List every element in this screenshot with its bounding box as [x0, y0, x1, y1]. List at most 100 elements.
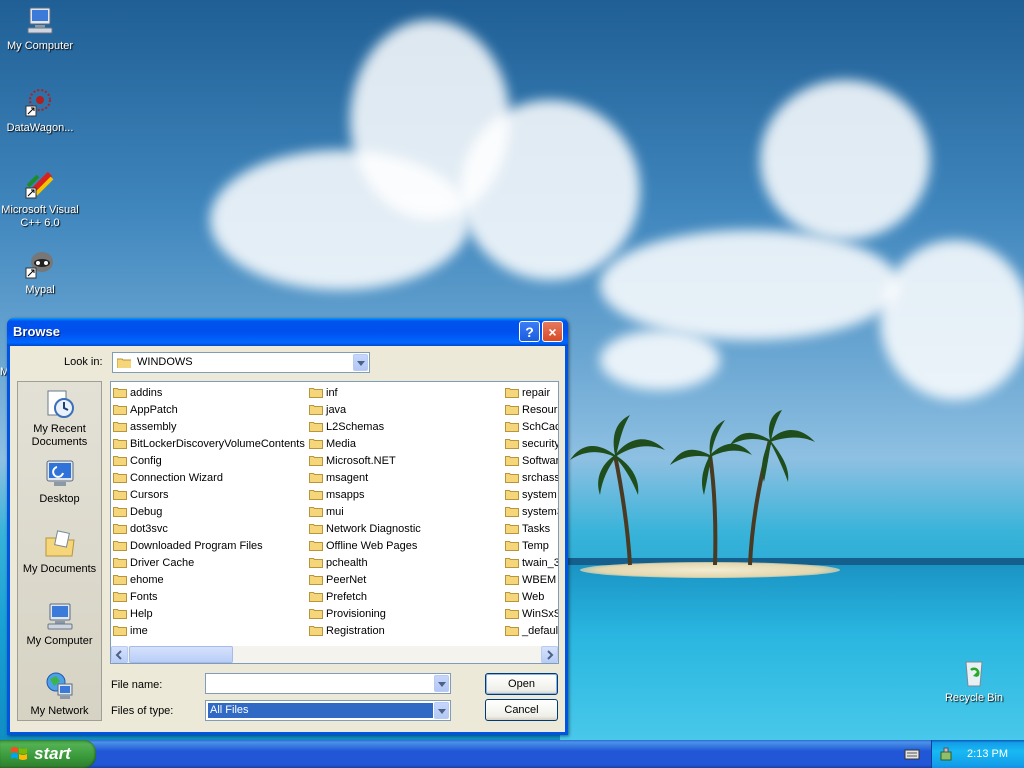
folder-item[interactable]: Help: [113, 605, 305, 622]
place-my-network[interactable]: My Network: [18, 670, 101, 718]
folder-item[interactable]: L2Schemas: [309, 418, 421, 435]
folder-item[interactable]: srchass: [505, 469, 558, 486]
file-name-input[interactable]: [205, 673, 451, 694]
folder-item[interactable]: Media: [309, 435, 421, 452]
folder-item[interactable]: Temp: [505, 537, 558, 554]
folder-item[interactable]: SchCach: [505, 418, 558, 435]
place-my-computer[interactable]: My Computer: [18, 600, 101, 648]
folder-item-label: Driver Cache: [130, 556, 195, 569]
folder-item[interactable]: Prefetch: [309, 588, 421, 605]
place-my-recent-documents[interactable]: My Recent Documents: [18, 388, 101, 449]
folder-item[interactable]: Fonts: [113, 588, 305, 605]
folder-icon: [505, 388, 519, 398]
folder-icon: [505, 558, 519, 568]
folder-item[interactable]: BitLockerDiscoveryVolumeContents: [113, 435, 305, 452]
folder-item[interactable]: system: [505, 486, 558, 503]
browse-dialog: Browse ? × Look in: WINDOWS My Recent Do…: [7, 318, 568, 735]
folder-item[interactable]: WBEM: [505, 571, 558, 588]
keyboard-icon[interactable]: [904, 747, 920, 764]
dialog-titlebar[interactable]: Browse ? ×: [7, 318, 568, 346]
place-label: My Network: [30, 705, 89, 717]
folder-item[interactable]: WinSxS: [505, 605, 558, 622]
folder-item[interactable]: Cursors: [113, 486, 305, 503]
folder-item[interactable]: Softwar: [505, 452, 558, 469]
folder-item[interactable]: msapps: [309, 486, 421, 503]
folder-item[interactable]: Microsoft.NET: [309, 452, 421, 469]
files-of-type-dropdown[interactable]: All Files: [205, 700, 451, 721]
folder-item-label: Web: [522, 590, 545, 603]
folder-item[interactable]: Registration: [309, 622, 421, 639]
dialog-client: Look in: WINDOWS My Recent Documents Des…: [10, 346, 565, 732]
scroll-right-button[interactable]: [541, 646, 558, 663]
folder-item[interactable]: twain_3: [505, 554, 558, 571]
scroll-thumb[interactable]: [129, 646, 233, 663]
cancel-button[interactable]: Cancel: [485, 699, 558, 721]
open-button[interactable]: Open: [485, 673, 558, 695]
folder-item[interactable]: inf: [309, 384, 421, 401]
folder-item[interactable]: msagent: [309, 469, 421, 486]
folder-icon: [309, 422, 323, 432]
folder-icon: [505, 507, 519, 517]
folder-icon: [113, 490, 127, 500]
desktop-icon-datawagon[interactable]: DataWagon...: [0, 86, 80, 135]
folder-item[interactable]: Downloaded Program Files: [113, 537, 305, 554]
folder-icon: [505, 439, 519, 449]
folder-icon: [113, 575, 127, 585]
desktop-icon-my-computer[interactable]: My Computer: [0, 4, 80, 53]
folder-item-label: _defaul: [522, 624, 559, 637]
file-column: repair Resourc SchCach security Softwar srcha…: [505, 384, 559, 639]
folder-item[interactable]: java: [309, 401, 421, 418]
clock[interactable]: 2:13 PM: [967, 748, 1008, 760]
folder-item[interactable]: Connection Wizard: [113, 469, 305, 486]
folder-item[interactable]: Driver Cache: [113, 554, 305, 571]
desktop-icon-visual-cpp[interactable]: Microsoft Visual C++ 6.0: [0, 168, 80, 230]
close-button[interactable]: ×: [542, 321, 563, 342]
folder-item[interactable]: Provisioning: [309, 605, 421, 622]
horizontal-scrollbar[interactable]: [111, 646, 558, 663]
folder-item[interactable]: repair: [505, 384, 558, 401]
folder-item[interactable]: PeerNet: [309, 571, 421, 588]
folder-item[interactable]: Network Diagnostic: [309, 520, 421, 537]
folder-item-label: ime: [130, 624, 148, 637]
folder-icon: [505, 456, 519, 466]
folder-item-label: addins: [130, 386, 163, 399]
folder-item-label: security: [522, 437, 559, 450]
place-desktop[interactable]: Desktop: [18, 458, 101, 506]
folder-item-label: repair: [522, 386, 551, 399]
chevron-down-icon[interactable]: [353, 354, 368, 371]
folder-item[interactable]: Offline Web Pages: [309, 537, 421, 554]
folder-item[interactable]: Config: [113, 452, 305, 469]
folder-item[interactable]: addins: [113, 384, 305, 401]
my-network-icon: [44, 670, 76, 702]
desktop-icon-mypal[interactable]: Mypal: [0, 248, 80, 297]
folder-icon: [309, 524, 323, 534]
folder-icon: [113, 473, 127, 483]
start-button[interactable]: start: [0, 740, 96, 768]
folder-item[interactable]: _defaul: [505, 622, 559, 639]
safely-remove-hardware-icon[interactable]: [938, 746, 954, 762]
chevron-right-icon: [547, 650, 554, 660]
folder-item[interactable]: dot3svc: [113, 520, 305, 537]
folder-item[interactable]: Tasks: [505, 520, 558, 537]
chevron-down-icon[interactable]: [434, 702, 449, 719]
folder-item[interactable]: ehome: [113, 571, 305, 588]
file-list[interactable]: addins AppPatch assembly BitLockerDiscovery…: [110, 381, 559, 664]
folder-item-label: msapps: [326, 488, 365, 501]
folder-item[interactable]: Resourc: [505, 401, 558, 418]
folder-item[interactable]: Debug: [113, 503, 305, 520]
chevron-down-icon[interactable]: [434, 675, 449, 692]
place-my-documents[interactable]: My Documents: [18, 528, 101, 576]
desktop-icon-recycle-bin[interactable]: Recycle Bin: [934, 656, 1014, 705]
folder-item[interactable]: AppPatch: [113, 401, 305, 418]
scroll-left-button[interactable]: [111, 646, 128, 663]
folder-item[interactable]: mui: [309, 503, 421, 520]
folder-icon: [117, 358, 131, 368]
folder-item[interactable]: Web: [505, 588, 558, 605]
folder-item[interactable]: pchealth: [309, 554, 421, 571]
folder-item[interactable]: system3: [505, 503, 558, 520]
look-in-dropdown[interactable]: WINDOWS: [112, 352, 370, 373]
folder-item[interactable]: ime: [113, 622, 305, 639]
help-button[interactable]: ?: [519, 321, 540, 342]
folder-item[interactable]: security: [505, 435, 559, 452]
folder-item[interactable]: assembly: [113, 418, 305, 435]
